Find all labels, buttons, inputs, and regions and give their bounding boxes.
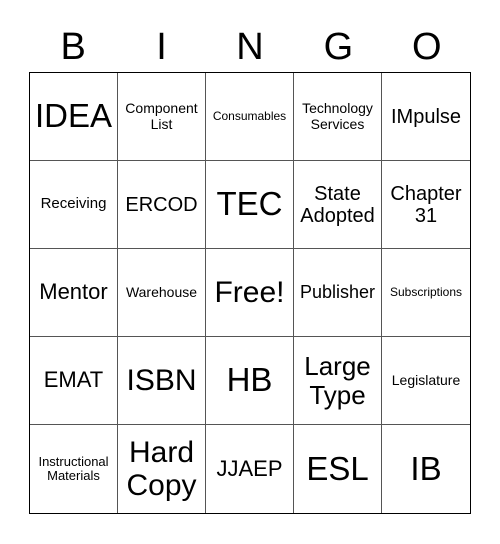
- bingo-cell[interactable]: Chapter 31: [382, 161, 470, 249]
- header-letter-i: I: [156, 26, 167, 68]
- bingo-cell[interactable]: Receiving: [30, 161, 118, 249]
- header-letter-o: O: [411, 26, 442, 68]
- bingo-cell[interactable]: ERCOD: [118, 161, 206, 249]
- bingo-cell[interactable]: Technology Services: [294, 73, 382, 161]
- bingo-cell[interactable]: Subscriptions: [382, 249, 470, 337]
- bingo-card-grid: IDEA Component List Consumables Technolo…: [29, 72, 471, 514]
- bingo-cell[interactable]: IDEA: [30, 73, 118, 161]
- bingo-cell[interactable]: JJAEP: [206, 425, 294, 513]
- bingo-cell[interactable]: ISBN: [118, 337, 206, 425]
- bingo-cell[interactable]: State Adopted: [294, 161, 382, 249]
- bingo-cell[interactable]: EMAT: [30, 337, 118, 425]
- bingo-cell[interactable]: ESL: [294, 425, 382, 513]
- bingo-cell[interactable]: Legislature: [382, 337, 470, 425]
- free-space-cell[interactable]: Free!: [206, 249, 294, 337]
- bingo-cell[interactable]: HB: [206, 337, 294, 425]
- bingo-cell[interactable]: Hard Copy: [118, 425, 206, 513]
- bingo-cell[interactable]: IMpulse: [382, 73, 470, 161]
- bingo-cell[interactable]: Large Type: [294, 337, 382, 425]
- header-letter-n: N: [236, 26, 264, 68]
- bingo-header: B I N G O: [29, 22, 471, 72]
- bingo-cell[interactable]: Warehouse: [118, 249, 206, 337]
- bingo-cell[interactable]: Instructional Materials: [30, 425, 118, 513]
- bingo-cell[interactable]: TEC: [206, 161, 294, 249]
- header-letter-g: G: [323, 26, 354, 68]
- bingo-cell[interactable]: Consumables: [206, 73, 294, 161]
- bingo-cell[interactable]: Component List: [118, 73, 206, 161]
- header-letter-b: B: [60, 26, 86, 68]
- bingo-cell[interactable]: Publisher: [294, 249, 382, 337]
- bingo-cell[interactable]: IB: [382, 425, 470, 513]
- bingo-cell[interactable]: Mentor: [30, 249, 118, 337]
